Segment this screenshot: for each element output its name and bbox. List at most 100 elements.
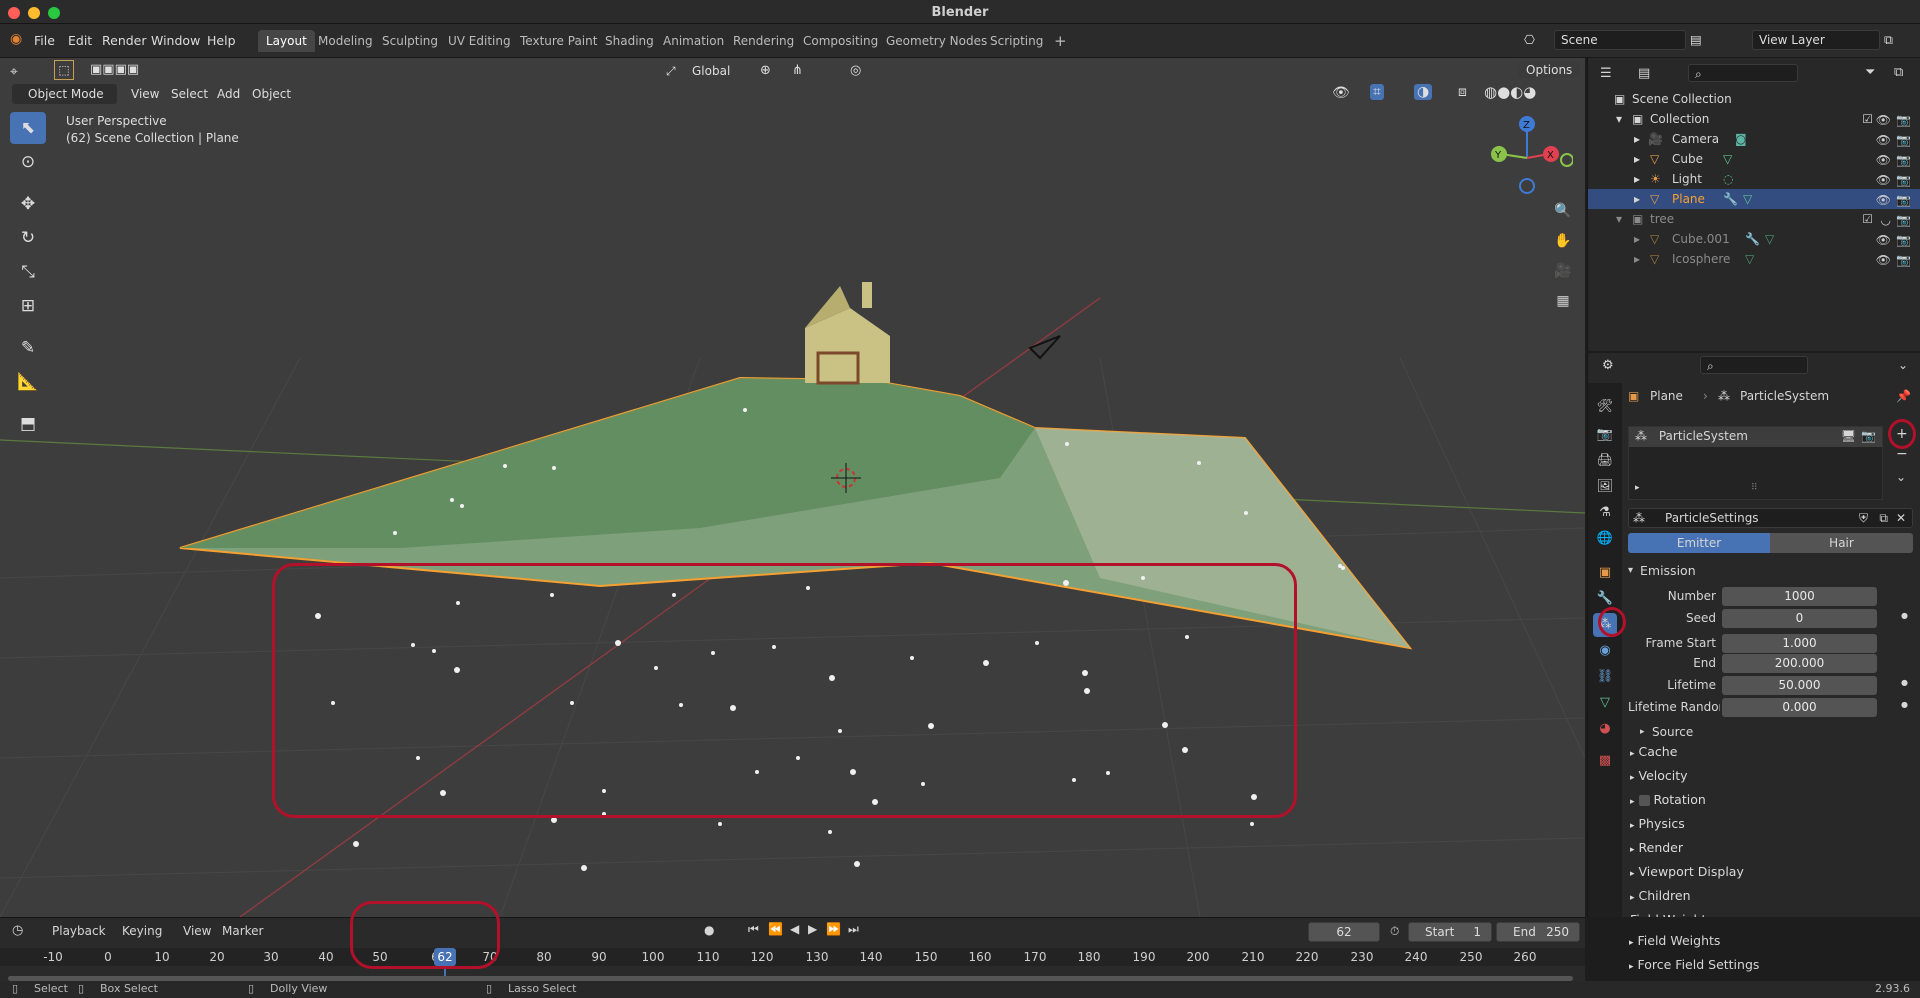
annotate-tool-icon[interactable]: ✎ bbox=[10, 332, 46, 364]
tree-row-tree[interactable]: ▾ ▣ tree ☑ ◡ 📷 bbox=[1588, 209, 1920, 229]
filter-icon[interactable]: ⏷ bbox=[1865, 65, 1875, 80]
chevron-right-icon[interactable]: ▸ bbox=[1634, 229, 1640, 249]
chevron-down-icon[interactable]: ▾ bbox=[1616, 109, 1622, 129]
measure-tool-icon[interactable]: 📐 bbox=[10, 366, 46, 398]
eye-icon[interactable]: 👁 bbox=[1876, 170, 1891, 190]
resize-handle-icon[interactable]: ⠿ bbox=[1751, 483, 1758, 493]
viewport-menu-view[interactable]: View bbox=[131, 87, 159, 101]
xray-icon[interactable]: ⧈ bbox=[1458, 84, 1467, 100]
timeline-menu-keying[interactable]: Keying bbox=[122, 924, 162, 938]
chevron-down-icon[interactable]: ▾ bbox=[1628, 565, 1633, 576]
tab-modeling[interactable]: Modeling bbox=[310, 30, 381, 52]
list-item-particle-system[interactable]: ⁂ ParticleSystem 🖥 📷 bbox=[1629, 427, 1882, 447]
chevron-down-icon[interactable]: ⌄ bbox=[1896, 470, 1906, 484]
play-reverse-icon[interactable]: ◀ bbox=[790, 922, 799, 936]
cursor-tool-icon[interactable]: ⊙ bbox=[10, 146, 46, 178]
timeline-menu-marker[interactable]: Marker bbox=[222, 924, 263, 938]
tree-row-cube-001[interactable]: ▸ ▽ Cube.001 🔧 ▽ 👁 📷 bbox=[1588, 229, 1920, 249]
view-layer-icon[interactable]: ▤ bbox=[1690, 32, 1702, 47]
tab-geometry-nodes[interactable]: Geometry Nodes bbox=[878, 30, 995, 52]
menu-window[interactable]: Window bbox=[151, 33, 200, 48]
checkbox-icon[interactable]: ☑ bbox=[1862, 109, 1873, 129]
move-tool-icon[interactable]: ✥ bbox=[10, 188, 46, 220]
eye-icon[interactable]: 👁 bbox=[1876, 130, 1891, 150]
selection-mode-icons[interactable]: ▣▣▣▣ bbox=[90, 62, 139, 77]
chevron-right-icon[interactable]: ▸ bbox=[1634, 249, 1640, 269]
duplicate-icon[interactable]: ⧉ bbox=[1879, 511, 1888, 526]
orientation-dropdown[interactable]: Global bbox=[692, 64, 730, 78]
object-tab-icon[interactable]: ▣ bbox=[1593, 561, 1617, 585]
render-camera-icon[interactable]: 📷 bbox=[1896, 210, 1911, 230]
tree-row-scene-collection[interactable]: ▣ Scene Collection bbox=[1588, 89, 1920, 109]
rotate-tool-icon[interactable]: ↻ bbox=[10, 222, 46, 254]
camera-view-icon[interactable]: 🎥 bbox=[1550, 258, 1576, 284]
show-viewport-icon[interactable]: 🖥 bbox=[1841, 429, 1856, 443]
auto-keying-icon[interactable]: ● bbox=[704, 923, 714, 937]
navigation-gizmo[interactable]: Z Y X bbox=[1483, 114, 1573, 204]
light-data-icon[interactable]: ◌ bbox=[1723, 169, 1733, 189]
expand-list-icon[interactable]: ▸ bbox=[1635, 483, 1640, 493]
checkbox-icon[interactable]: ☑ bbox=[1862, 209, 1873, 229]
chevron-right-icon[interactable]: ▸ bbox=[1634, 129, 1640, 149]
new-collection-icon[interactable]: ⧉ bbox=[1894, 65, 1903, 80]
properties-search-input[interactable]: ⌕ bbox=[1700, 356, 1808, 374]
tab-texture-paint[interactable]: Texture Paint bbox=[512, 30, 605, 52]
scale-tool-icon[interactable]: ⤡ bbox=[10, 256, 46, 288]
render-camera-icon[interactable]: 📷 bbox=[1896, 250, 1911, 270]
chevron-right-icon[interactable]: ▸ bbox=[1634, 149, 1640, 169]
particle-settings-icon[interactable]: ⁂ bbox=[1633, 511, 1645, 525]
eye-icon[interactable]: 👁 bbox=[1876, 110, 1891, 130]
particle-settings-selector[interactable]: ⁂ ParticleSettings ⛨ ⧉ ✕ bbox=[1628, 508, 1913, 528]
viewport-menu-add[interactable]: Add bbox=[217, 87, 240, 101]
render-camera-icon[interactable]: 📷 bbox=[1896, 170, 1911, 190]
editor-type-icon[interactable]: ⌖ bbox=[10, 64, 18, 80]
tool-tab-icon[interactable]: 🛠 bbox=[1593, 395, 1617, 419]
modifier-wrench-icon[interactable]: 🔧 bbox=[1745, 229, 1760, 249]
rotation-panel-header[interactable]: ▸ Rotation bbox=[1630, 789, 1915, 811]
velocity-panel-header[interactable]: ▸ Velocity bbox=[1630, 765, 1915, 787]
3d-viewport[interactable]: ⌖ ⬚ ▣▣▣▣ ⤢ Global ⊕ ⋔ ◎ Options Object M… bbox=[0, 58, 1585, 917]
mesh-data-icon[interactable]: ▽ bbox=[1765, 229, 1774, 249]
add-cube-tool-icon[interactable]: ⬒ bbox=[10, 408, 46, 440]
tab-scripting[interactable]: Scripting bbox=[982, 30, 1051, 52]
tab-layout[interactable]: Layout bbox=[258, 30, 315, 52]
blender-logo-icon[interactable]: ◉ bbox=[10, 31, 22, 47]
jump-end-icon[interactable]: ⏭ bbox=[848, 922, 859, 937]
output-tab-icon[interactable]: 🖨 bbox=[1593, 449, 1617, 473]
timeline-menu-view[interactable]: View bbox=[183, 924, 211, 938]
render-camera-icon[interactable]: 📷 bbox=[1896, 190, 1911, 210]
keyframe-dot-icon[interactable]: ● bbox=[1901, 700, 1908, 709]
tab-uv-editing[interactable]: UV Editing bbox=[440, 30, 519, 52]
jump-start-icon[interactable]: ⏮ bbox=[748, 922, 759, 937]
tree-row-cube[interactable]: ▸ ▽ Cube ▽ 👁 📷 bbox=[1588, 149, 1920, 169]
ortho-grid-icon[interactable]: ▦ bbox=[1550, 288, 1576, 314]
frame-end-field[interactable]: End 250 bbox=[1496, 922, 1580, 942]
snap-icon[interactable]: ⋔ bbox=[792, 63, 803, 78]
pivot-icon[interactable]: ⊕ bbox=[760, 63, 771, 78]
keyframe-dot-icon[interactable]: ● bbox=[1901, 611, 1908, 620]
seed-field[interactable]: 0 bbox=[1722, 609, 1877, 628]
zoom-icon[interactable]: 🔍 bbox=[1550, 198, 1576, 224]
viewport-menu-select[interactable]: Select bbox=[171, 87, 208, 101]
select-box-icon[interactable]: ⬚ bbox=[54, 60, 74, 80]
render-camera-icon[interactable]: 📷 bbox=[1896, 230, 1911, 250]
tab-animation[interactable]: Animation bbox=[655, 30, 732, 52]
show-render-icon[interactable]: 📷 bbox=[1861, 429, 1876, 443]
tab-compositing[interactable]: Compositing bbox=[795, 30, 886, 52]
render-camera-icon[interactable]: 📷 bbox=[1896, 130, 1911, 150]
visibility-icon[interactable]: 👁 bbox=[1332, 85, 1350, 101]
chevron-down-icon[interactable]: ⌄ bbox=[1898, 358, 1908, 372]
constraints-tab-icon[interactable]: ⛓ bbox=[1593, 665, 1617, 689]
chevron-right-icon[interactable]: ▸ bbox=[1640, 727, 1645, 737]
physics-panel-header[interactable]: ▸ Physics bbox=[1630, 813, 1915, 835]
material-tab-icon[interactable]: ◕ bbox=[1593, 717, 1617, 741]
timeline-editor-icon[interactable]: ◷ bbox=[12, 923, 23, 938]
world-tab-icon[interactable]: 🌐 bbox=[1593, 527, 1617, 551]
play-icon[interactable]: ▶ bbox=[808, 922, 817, 936]
tree-row-light[interactable]: ▸ ☀ Light ◌ 👁 📷 bbox=[1588, 169, 1920, 189]
menu-render[interactable]: Render bbox=[102, 33, 147, 48]
frame-end-field[interactable]: 200.000 bbox=[1722, 654, 1877, 673]
object-mode-dropdown[interactable]: Object Mode bbox=[12, 84, 117, 104]
gizmo-toggle-icon[interactable]: ⌗ bbox=[1370, 84, 1384, 100]
options-button[interactable]: Options bbox=[1518, 62, 1581, 78]
